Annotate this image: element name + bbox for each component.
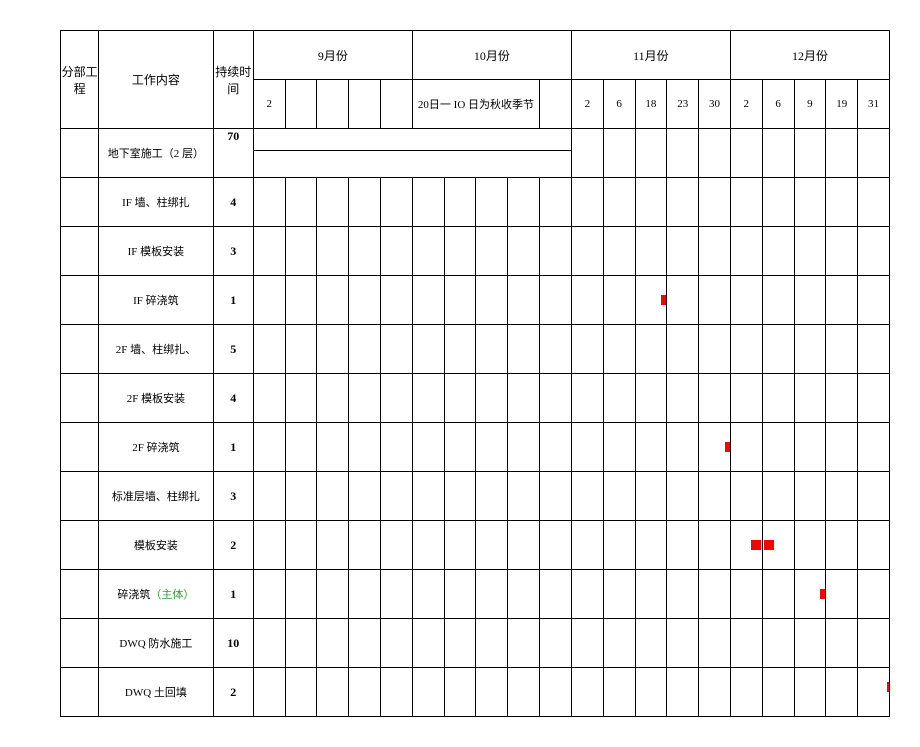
task-label: IF 碎浇筑: [99, 276, 213, 325]
task-row: DWQ 防水施工 10: [61, 619, 890, 668]
task-row: 2F 模板安装 4: [61, 374, 890, 423]
hdr-month-sep: 9月份: [253, 31, 412, 80]
task-row: 碎浇筑（主体） 1: [61, 570, 890, 619]
hdr-sub-project: 分部工程: [61, 31, 99, 129]
dec-d5: 31: [858, 80, 890, 129]
task-duration: 3: [213, 227, 253, 276]
task-label: 2F 墙、柱绑扎、: [99, 325, 213, 374]
task-row: 2F 碎浇筑 1: [61, 423, 890, 472]
header-row-1: 分部工程 工作内容 持续时间 9月份 10月份 11月份 12月份: [61, 31, 890, 80]
hdr-duration: 持续时间: [213, 31, 253, 129]
task-label: 碎浇筑（主体）: [99, 570, 213, 619]
nov-d1: 2: [571, 80, 603, 129]
dec-d2: 6: [762, 80, 794, 129]
task-label: IF 墙、柱绑扎: [99, 178, 213, 227]
task-duration: 5: [213, 325, 253, 374]
gantt-marker: [764, 540, 774, 550]
nov-d5: 30: [699, 80, 731, 129]
task-row: 2F 墙、柱绑扎、 5: [61, 325, 890, 374]
gantt-marker: [751, 540, 761, 550]
task-row: 地下室施工（2 层） 70: [61, 129, 890, 178]
task-label: 2F 模板安装: [99, 374, 213, 423]
task-row: IF 碎浇筑 1: [61, 276, 890, 325]
gantt-marker: [661, 295, 667, 305]
hdr-work-content: 工作内容: [99, 31, 213, 129]
task-label: DWQ 土回填: [99, 668, 213, 717]
task-row: IF 墙、柱绑扎 4: [61, 178, 890, 227]
task-label: 模板安装: [99, 521, 213, 570]
nov-d4: 23: [667, 80, 699, 129]
hdr-month-dec: 12月份: [730, 31, 889, 80]
task-duration: 3: [213, 472, 253, 521]
nov-d3: 18: [635, 80, 667, 129]
gantt-marker: [725, 442, 731, 452]
task-label: 标准层墙、柱绑扎: [99, 472, 213, 521]
gantt-chart: 分部工程 工作内容 持续时间 9月份 10月份 11月份 12月份 2 20日一…: [60, 30, 890, 717]
task-label: 地下室施工（2 层）: [99, 129, 213, 178]
dec-d3: 9: [794, 80, 826, 129]
task-row: 标准层墙、柱绑扎 3: [61, 472, 890, 521]
hdr-month-oct: 10月份: [412, 31, 571, 80]
task-label: DWQ 防水施工: [99, 619, 213, 668]
task-duration: 4: [213, 178, 253, 227]
task-duration: 1: [213, 423, 253, 472]
task-row: 模板安装 2: [61, 521, 890, 570]
task-duration: 4: [213, 374, 253, 423]
task-label: IF 模板安装: [99, 227, 213, 276]
task-duration: 1: [213, 570, 253, 619]
task-duration: 10: [213, 619, 253, 668]
task-row: IF 模板安装 3: [61, 227, 890, 276]
oct-note: 20日一 IO 日为秋收季节: [412, 80, 539, 129]
task-duration: 2: [213, 668, 253, 717]
nov-d2: 6: [603, 80, 635, 129]
gantt-marker: [820, 589, 826, 599]
task-duration: 70: [213, 129, 253, 178]
task-duration: 1: [213, 276, 253, 325]
task-duration: 2: [213, 521, 253, 570]
task-label: 2F 碎浇筑: [99, 423, 213, 472]
dec-d4: 19: [826, 80, 858, 129]
dec-d1: 2: [730, 80, 762, 129]
gantt-marker: [887, 682, 890, 692]
hdr-month-nov: 11月份: [571, 31, 730, 80]
task-row: DWQ 土回填 2: [61, 668, 890, 717]
sep-d1: 2: [253, 80, 285, 129]
